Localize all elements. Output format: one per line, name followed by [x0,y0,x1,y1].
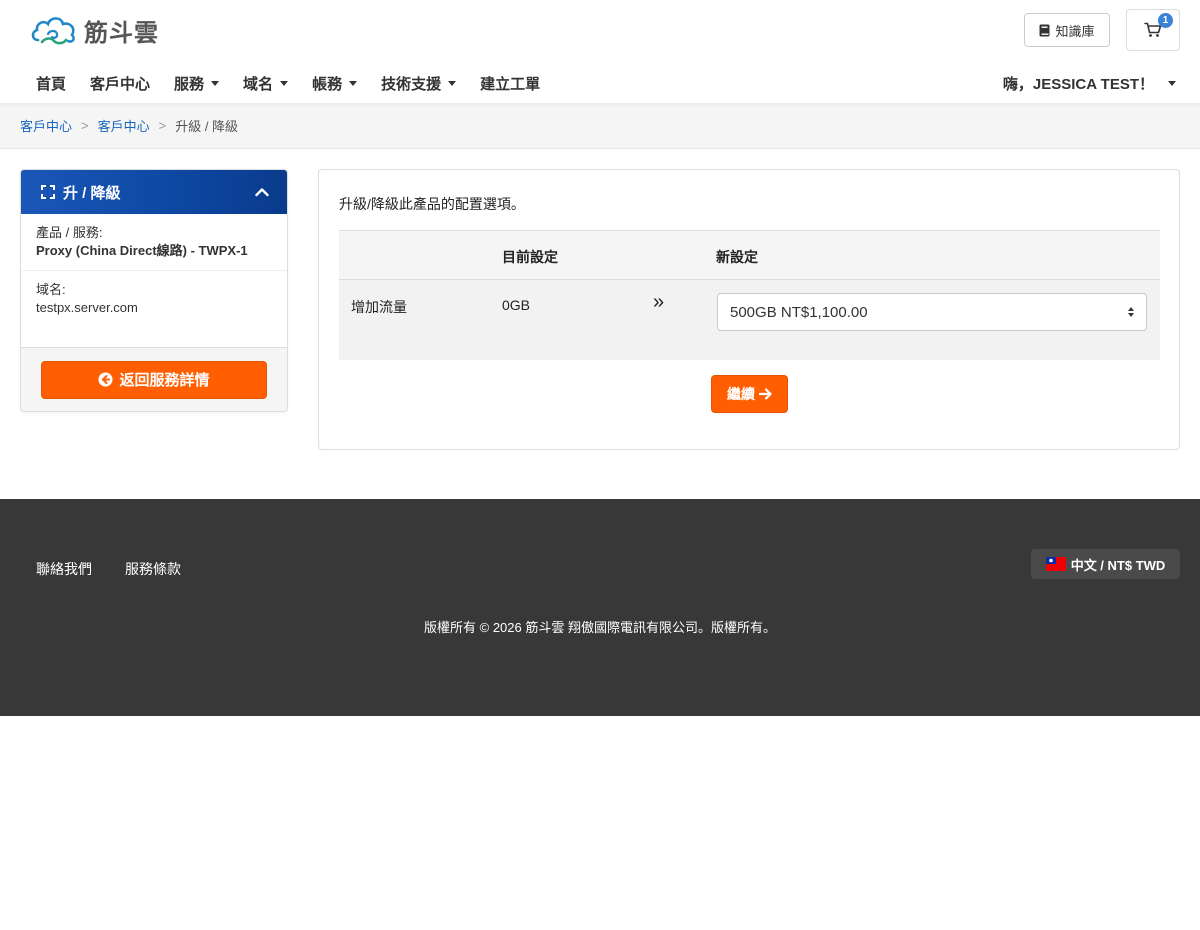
double-chevron-right-icon: » [653,291,665,313]
nav-label: 建立工單 [480,75,541,93]
nav-label: 客戶中心 [90,75,151,93]
footer-link-contact[interactable]: 聯絡我們 [36,559,92,579]
product-value: Proxy (China Direct線路) - TWPX-1 [36,243,248,258]
current-value: 0GB [502,297,531,313]
expand-icon [41,185,55,199]
breadcrumb-separator: > [158,118,167,133]
domain-label: 域名: [36,282,66,297]
user-menu[interactable]: 嗨，JESSICA TEST！ [1003,63,1176,103]
caret-down-icon [211,80,220,86]
select-arrows-icon [1128,307,1134,317]
language-label: 中文 / NT$ TWD [1070,557,1166,573]
option-name: 增加流量 [351,299,407,315]
sidebar-card: 升 / 降級 產品 / 服務: Proxy (China Direct線路) -… [20,169,288,412]
cloud-logo-icon [31,17,75,45]
taiwan-flag-icon [1045,557,1066,571]
nav-item-billing[interactable]: 帳務 [300,63,369,103]
caret-down-icon [280,80,289,86]
cart-count-badge: 1 [1158,13,1173,28]
table-row: 增加流量 0GB » 500GB NT$1,100.00 [339,280,1160,360]
product-label: 產品 / 服務: [36,225,103,240]
breadcrumb: 客戶中心 > 客戶中心 > 升級 / 降級 [0,103,1200,149]
nav-item-support[interactable]: 技術支援 [369,63,468,103]
knowledgebase-label: 知識庫 [1055,23,1095,39]
copyright-text: 版權所有 © 2026 筋斗雲 翔傲國際電訊有限公司。版權所有。 [424,620,776,635]
upgrade-card: 升級/降級此產品的配置選項。 目前設定 新設定 增加流量 0GB » 500GB… [318,169,1180,450]
nav-label: 帳務 [312,75,343,93]
continue-label: 繼續 [727,386,755,402]
back-button-label: 返回服務詳情 [119,372,210,389]
config-options-table: 目前設定 新設定 增加流量 0GB » 500GB NT$1,100.00 [339,230,1160,360]
site-footer: 聯絡我們 服務條款 中文 / NT$ TWD 版權所有 © 2026 筋斗雲 翔… [0,499,1200,716]
nav-label: 首頁 [36,75,67,93]
select-value: 500GB NT$1,100.00 [730,303,868,321]
language-currency-button[interactable]: 中文 / NT$ TWD [1031,549,1180,579]
nav-item-home[interactable]: 首頁 [24,63,78,103]
nav-label: 服務 [174,75,205,93]
breadcrumb-link[interactable]: 客戶中心 [98,116,150,135]
column-header-current: 目前設定 [502,249,558,265]
domain-info: 域名: testpx.server.com [21,271,287,327]
sidebar-card-footer: 返回服務詳情 [21,347,287,411]
sidebar-card-title: 升 / 降級 [63,184,121,202]
arrow-right-icon [759,388,772,400]
caret-down-icon [349,80,358,86]
nav-item-client-area[interactable]: 客戶中心 [78,63,162,103]
domain-value: testpx.server.com [36,300,138,315]
footer-link-tos[interactable]: 服務條款 [125,559,181,579]
nav-label: 技術支援 [381,75,442,93]
main-nav: 首頁 客戶中心 服務 域名 帳務 技術支援 建立工單 [24,63,552,103]
brand-name: 筋斗雲 [84,18,159,47]
cart-button[interactable]: 1 [1126,9,1180,51]
book-icon [1039,24,1050,36]
breadcrumb-link[interactable]: 客戶中心 [20,116,72,135]
product-info: 產品 / 服務: Proxy (China Direct線路) - TWPX-1 [21,214,287,271]
intro-text: 升級/降級此產品的配置選項。 [339,196,525,212]
breadcrumb-current: 升級 / 降級 [175,119,239,134]
nav-label: 域名 [243,75,274,93]
new-setting-select[interactable]: 500GB NT$1,100.00 [717,293,1147,331]
brand-logo[interactable]: 筋斗雲 [30,12,159,48]
sidebar-card-header[interactable]: 升 / 降級 [21,170,287,214]
nav-item-domains[interactable]: 域名 [231,63,300,103]
knowledgebase-button[interactable]: 知識庫 [1024,13,1110,47]
column-header-new: 新設定 [716,249,758,265]
user-greeting: 嗨，JESSICA TEST！ [1002,75,1154,93]
table-header: 目前設定 新設定 [339,230,1160,280]
continue-button[interactable]: 繼續 [711,375,788,413]
caret-down-icon [448,80,457,86]
caret-down-icon [1168,80,1176,86]
nav-item-services[interactable]: 服務 [162,63,231,103]
site-header: 筋斗雲 知識庫 1 首頁 客戶中心 服務 域名 帳務 技術支援 建立工單 嗨，J… [0,0,1200,103]
breadcrumb-separator: > [81,118,89,133]
arrow-circle-left-icon [98,372,113,387]
footer-links: 聯絡我們 服務條款 [36,559,181,579]
back-to-service-button[interactable]: 返回服務詳情 [41,360,267,399]
nav-item-open-ticket[interactable]: 建立工單 [468,63,552,103]
chevron-up-icon[interactable] [255,187,269,197]
